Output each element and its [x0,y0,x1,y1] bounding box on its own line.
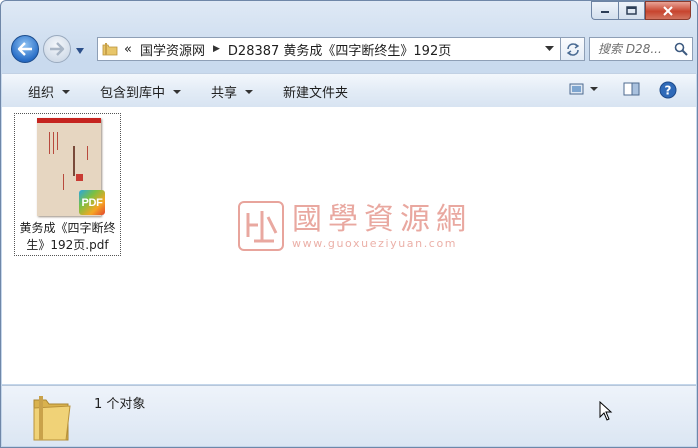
share-menu[interactable]: 共享 [211,82,254,101]
minimize-icon [601,10,609,13]
breadcrumb-separator-icon[interactable]: ▶ [213,44,220,54]
back-button[interactable] [11,35,39,63]
chevron-down-icon [76,48,84,54]
cover-text-line [87,146,88,160]
explorer-window: « 国学资源网 ▶ D28387 黄务成《四字断终生》192页 组织 [0,0,698,448]
cover-text-line [49,132,50,154]
file-name-line-2: 生》192页.pdf [26,238,109,252]
change-view-button[interactable] [569,81,599,100]
recent-pages-dropdown[interactable] [75,44,85,58]
watermark: 國學資源網 www.guoxueziyuan.com [238,201,472,251]
watermark-name: 國學資源網 [292,201,472,237]
item-count: 1 个对象 [94,397,146,412]
arrow-right-icon [50,42,65,56]
file-item-pdf[interactable]: PDF 黄务成《四字断终 生》192页.pdf [14,113,121,256]
share-label: 共享 [211,86,238,101]
watermark-seal-icon [238,201,284,251]
breadcrumb-item-current-folder[interactable]: D28387 黄务成《四字断终生》192页 [228,40,451,59]
address-dropdown-icon[interactable] [545,46,554,52]
maximize-icon [626,6,637,15]
organize-menu[interactable]: 组织 [28,82,71,101]
file-list-pane[interactable]: PDF 黄务成《四字断终 生》192页.pdf 國學資源網 www.guoxue… [2,107,696,384]
address-bar[interactable]: « 国学资源网 ▶ D28387 黄务成《四字断终生》192页 [97,37,561,61]
caption-buttons [591,1,691,20]
chevron-down-icon [245,89,254,94]
include-in-library-label: 包含到库中 [100,86,166,101]
refresh-icon [566,43,579,56]
cover-text-line [57,132,58,150]
new-folder-label: 新建文件夹 [283,86,349,101]
folder-icon [33,396,71,441]
cover-text-line [53,132,54,154]
search-input[interactable] [598,42,674,56]
chevron-down-icon [173,89,182,94]
watermark-url: www.guoxueziyuan.com [292,236,458,250]
search-icon[interactable] [674,42,688,56]
minimize-button[interactable] [591,1,618,20]
command-bar: 组织 包含到库中 共享 新建文件夹 ? [2,73,696,108]
folder-icon [102,43,118,56]
arrow-left-icon [17,42,32,56]
organize-label: 组织 [28,86,55,101]
close-icon [663,5,673,16]
cover-text-line [63,174,64,190]
file-name-line-1: 黄务成《四字断终 [19,221,116,235]
close-button[interactable] [645,1,691,20]
navigation-bar: « 国学资源网 ▶ D28387 黄务成《四字断终生》192页 [9,35,693,65]
breadcrumb-overflow[interactable]: « [124,42,132,57]
refresh-button[interactable] [561,37,585,61]
forward-button[interactable] [43,35,71,63]
svg-text:?: ? [665,84,672,98]
preview-pane-icon [623,82,640,96]
maximize-button[interactable] [618,1,645,20]
watermark-text: 國學資源網 www.guoxueziyuan.com [292,201,472,250]
seal-glyph-icon [246,211,278,243]
help-button[interactable]: ? [659,81,677,102]
cover-title-line [73,146,75,176]
change-view-icon [569,83,598,95]
new-folder-button[interactable]: 新建文件夹 [283,82,348,101]
file-name[interactable]: 黄务成《四字断终 生》192页.pdf [15,220,120,254]
search-box[interactable] [589,37,693,61]
cover-band [37,118,101,123]
details-pane: 1 个对象 [2,385,696,446]
include-in-library-menu[interactable]: 包含到库中 [100,82,182,101]
pdf-icon: PDF [79,190,105,215]
breadcrumb-item-guoxue[interactable]: 国学资源网 [140,40,205,59]
cover-seal [76,174,83,181]
help-icon: ? [659,81,677,99]
preview-pane-button[interactable] [623,81,641,100]
chevron-down-icon [62,89,71,94]
mouse-pointer-icon [599,401,613,421]
